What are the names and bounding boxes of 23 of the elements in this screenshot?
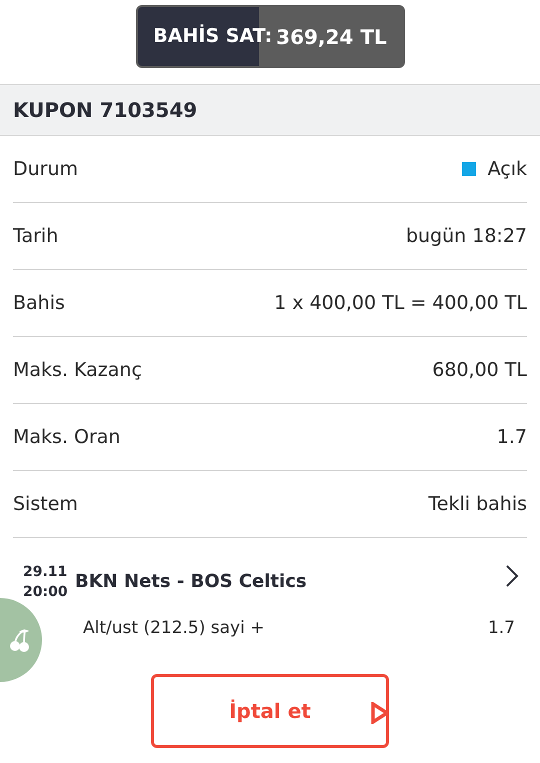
detail-value: Açık [488,156,527,182]
detail-value: bugün 18:27 [406,224,527,249]
detail-value: 1 x 400,00 TL = 400,00 TL [274,290,527,316]
chevron-right-icon[interactable] [505,564,519,588]
detail-label: Bahis [13,290,65,316]
event-date: 29.11 [23,563,68,582]
cherry-icon [9,628,31,652]
event-teams: BKN Nets - BOS Celtics [75,570,307,594]
market-label: Alt/ust (212.5) sayi + [83,617,264,640]
detail-label: Maks. Oran [13,424,120,450]
detail-value: Tekli bahis [428,492,527,517]
detail-label: Maks. Kazanç [13,358,142,383]
detail-label: Durum [13,156,78,182]
sell-bet-button[interactable]: BAHİS SAT: 369,24 TL [136,5,404,68]
detail-label: Sistem [13,492,78,517]
detail-value: 1.7 [496,424,527,450]
detail-label: Tarih [13,224,58,249]
event-time: 20:00 [23,583,69,602]
odds-value: 1.7 [488,617,515,640]
cancel-button[interactable]: İptal et [151,674,389,748]
detail-value: 680,00 TL [432,358,527,383]
play-icon [371,702,389,724]
coupon-title: KUPON 7103549 [13,97,198,124]
